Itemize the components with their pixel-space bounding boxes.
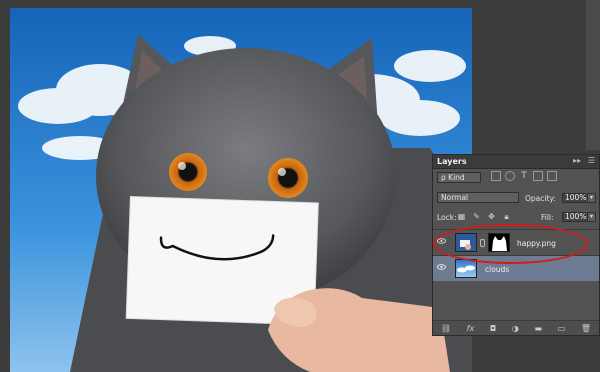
document-canvas[interactable]	[10, 8, 472, 372]
filter-kind-select[interactable]: ρ Kind	[437, 172, 481, 183]
lock-transparency-icon[interactable]: ▦	[457, 212, 466, 221]
visibility-eye-icon[interactable]	[437, 264, 446, 270]
type-filter-icon[interactable]: T	[519, 171, 529, 181]
layer-thumbnail-image	[457, 265, 475, 273]
delete-layer-icon[interactable]: 🗑	[581, 324, 591, 333]
panel-dock-strip	[586, 0, 600, 150]
fill-field[interactable]: 100%	[562, 212, 586, 222]
new-layer-icon[interactable]: ▭	[558, 324, 566, 333]
fx-icon[interactable]: fx	[467, 324, 475, 333]
shape-filter-icon[interactable]	[533, 171, 543, 181]
lock-label: Lock:	[437, 213, 457, 222]
panel-menu-icon[interactable]: ☰	[588, 156, 595, 165]
adjustment-layer-icon[interactable]: ◑	[512, 324, 519, 333]
opacity-label: Opacity:	[525, 194, 556, 203]
opacity-field[interactable]: 100%	[562, 193, 586, 203]
filter-icons: T	[491, 171, 557, 181]
fill-label: Fill:	[541, 213, 554, 222]
lock-paint-icon[interactable]: ✎	[472, 212, 481, 221]
fill-dropdown-icon[interactable]: ▾	[587, 212, 596, 222]
layer-name[interactable]: clouds	[485, 265, 509, 274]
layers-panel-footer: ⛓ fx ◘ ◑ ▬ ▭ 🗑	[433, 320, 599, 335]
lock-all-icon[interactable]: 🔒︎	[502, 212, 511, 221]
canvas-image	[10, 8, 472, 372]
adjustment-filter-icon[interactable]	[505, 171, 515, 181]
new-group-icon[interactable]: ▬	[534, 324, 542, 333]
layers-tab[interactable]: Layers	[437, 157, 467, 166]
highlight-annotation-ring	[433, 224, 588, 264]
lock-position-icon[interactable]: ✥	[487, 212, 496, 221]
collapse-panel-icon[interactable]: ▸▸	[573, 156, 581, 165]
add-mask-icon[interactable]: ◘	[490, 324, 496, 333]
photoshop-workspace: Layers ▸▸ ☰ ρ Kind T Normal Opacity: 100…	[0, 0, 600, 372]
layers-panel-header: Layers ▸▸ ☰	[433, 155, 599, 169]
blend-mode-select[interactable]: Normal	[437, 192, 519, 203]
smart-object-filter-icon[interactable]	[547, 171, 557, 181]
opacity-dropdown-icon[interactable]: ▾	[587, 193, 596, 203]
lock-icons: ▦ ✎ ✥ 🔒︎	[457, 212, 511, 221]
image-filter-icon[interactable]	[491, 171, 501, 181]
link-layers-icon[interactable]: ⛓	[441, 324, 451, 333]
layer-thumbnail[interactable]	[455, 259, 477, 278]
